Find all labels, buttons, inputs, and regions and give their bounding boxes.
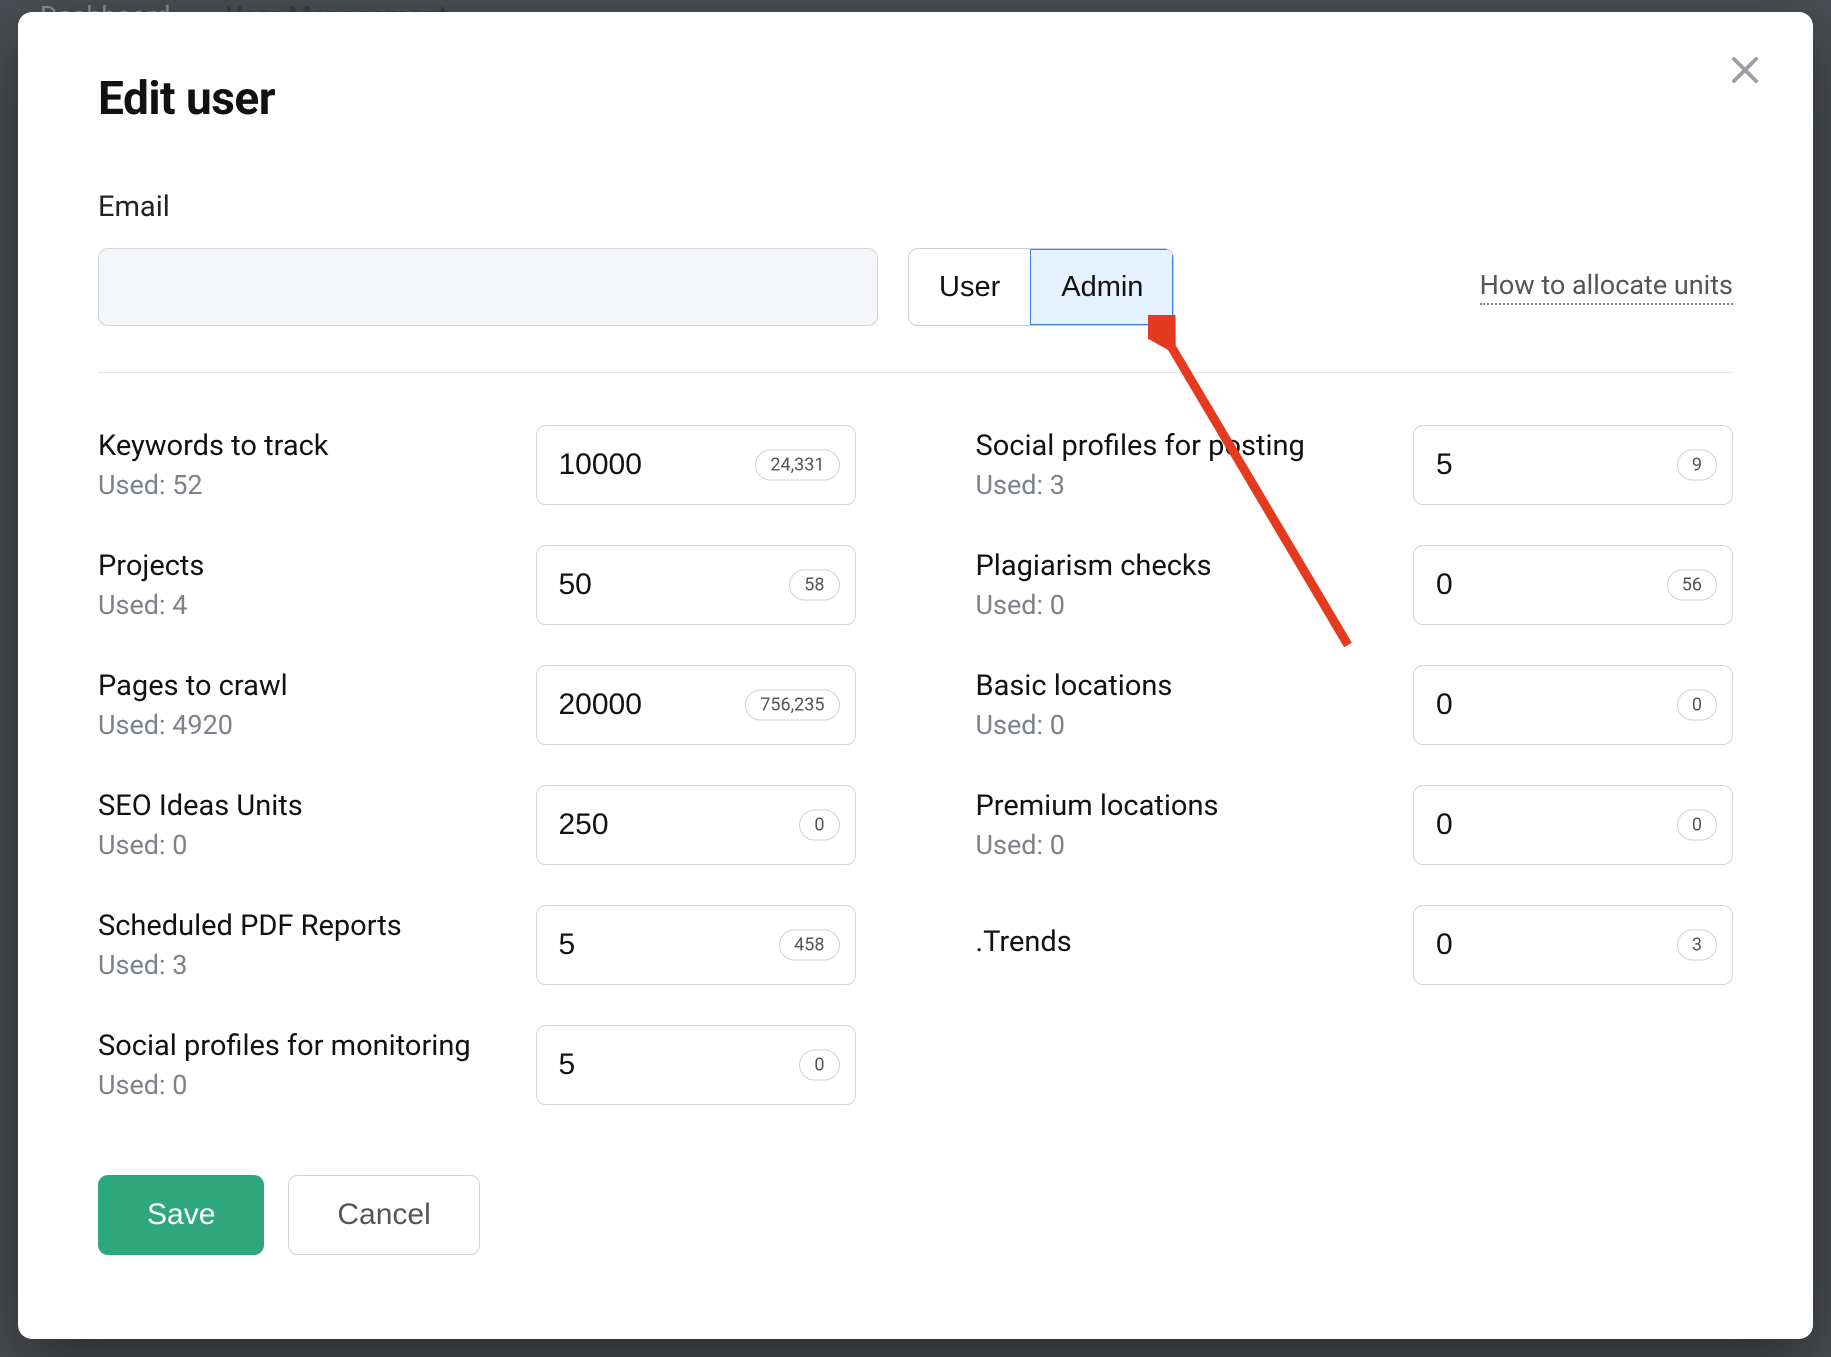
limit-input-wrap: 0	[536, 785, 856, 865]
limit-available-badge: 9	[1677, 450, 1717, 481]
limit-name: SEO Ideas Units	[98, 789, 506, 823]
limit-labels: Pages to crawl Used: 4920	[98, 669, 506, 741]
limit-available-badge: 3	[1677, 930, 1717, 961]
limit-input-wrap: 3	[1413, 905, 1733, 985]
limit-name: Basic locations	[976, 669, 1384, 703]
limits-grid: Keywords to track Used: 52 24,331 Social pr…	[98, 425, 1733, 1105]
limit-row: Premium locations Used: 0 0	[976, 785, 1734, 865]
limit-used: Used: 0	[976, 709, 1384, 741]
limit-used: Used: 3	[976, 469, 1384, 501]
limit-input-wrap: 0	[536, 1025, 856, 1105]
limit-name: Social profiles for posting	[976, 429, 1384, 463]
limit-labels: SEO Ideas Units Used: 0	[98, 789, 506, 861]
limit-row: Social profiles for monitoring Used: 0 0	[98, 1025, 856, 1105]
email-label: Email	[98, 190, 1733, 224]
limit-used: Used: 3	[98, 949, 506, 981]
limit-input-wrap: 0	[1413, 665, 1733, 745]
limit-labels: Social profiles for posting Used: 3	[976, 429, 1384, 501]
limit-name: Social profiles for monitoring	[98, 1029, 506, 1063]
limit-name: Projects	[98, 549, 506, 583]
role-toggle: User Admin	[908, 248, 1174, 326]
limit-name: Keywords to track	[98, 429, 506, 463]
limit-used: Used: 0	[98, 1069, 506, 1101]
limit-available-badge: 756,235	[745, 690, 839, 721]
limit-name: Plagiarism checks	[976, 549, 1384, 583]
limit-used: Used: 0	[976, 589, 1384, 621]
limit-available-badge: 0	[799, 1050, 839, 1081]
limit-row: Plagiarism checks Used: 0 56	[976, 545, 1734, 625]
close-icon	[1726, 51, 1764, 89]
email-field[interactable]	[98, 248, 878, 326]
limit-input-wrap: 58	[536, 545, 856, 625]
limit-available-badge: 0	[799, 810, 839, 841]
limit-labels: Premium locations Used: 0	[976, 789, 1384, 861]
limit-available-badge: 458	[779, 930, 839, 961]
limit-input-wrap: 756,235	[536, 665, 856, 745]
modal-actions: Save Cancel	[98, 1175, 1733, 1255]
limit-labels: Scheduled PDF Reports Used: 3	[98, 909, 506, 981]
limit-available-badge: 56	[1667, 570, 1717, 601]
how-to-allocate-link[interactable]: How to allocate units	[1480, 269, 1733, 305]
close-button[interactable]	[1721, 46, 1769, 94]
limit-available-badge: 24,331	[755, 450, 839, 481]
limit-used: Used: 0	[976, 829, 1384, 861]
limit-name: Scheduled PDF Reports	[98, 909, 506, 943]
limit-row: Keywords to track Used: 52 24,331	[98, 425, 856, 505]
limit-input-wrap: 0	[1413, 785, 1733, 865]
limit-row: Pages to crawl Used: 4920 756,235	[98, 665, 856, 745]
limit-row: Basic locations Used: 0 0	[976, 665, 1734, 745]
limit-labels: Plagiarism checks Used: 0	[976, 549, 1384, 621]
limit-used: Used: 0	[98, 829, 506, 861]
limit-input-wrap: 56	[1413, 545, 1733, 625]
limit-labels: Social profiles for monitoring Used: 0	[98, 1029, 506, 1101]
limit-labels: Projects Used: 4	[98, 549, 506, 621]
limit-row: .Trends 3	[976, 905, 1734, 985]
limit-available-badge: 58	[789, 570, 839, 601]
limit-name: Pages to crawl	[98, 669, 506, 703]
limit-used: Used: 4	[98, 589, 506, 621]
limit-input-wrap: 9	[1413, 425, 1733, 505]
limit-name: Premium locations	[976, 789, 1384, 823]
limit-row: Projects Used: 4 58	[98, 545, 856, 625]
limit-available-badge: 0	[1677, 810, 1717, 841]
divider	[98, 372, 1733, 373]
limit-row: Scheduled PDF Reports Used: 3 458	[98, 905, 856, 985]
limit-used: Used: 52	[98, 469, 506, 501]
role-user-button[interactable]: User	[909, 249, 1030, 325]
limit-used: Used: 4920	[98, 709, 506, 741]
limit-row: SEO Ideas Units Used: 0 0	[98, 785, 856, 865]
limit-input-wrap: 458	[536, 905, 856, 985]
save-button[interactable]: Save	[98, 1175, 264, 1255]
email-and-role-row: User Admin How to allocate units	[98, 248, 1733, 326]
limit-name: .Trends	[976, 925, 1384, 959]
limit-input-wrap: 24,331	[536, 425, 856, 505]
edit-user-modal: Edit user Email User Admin How to alloca…	[18, 12, 1813, 1339]
modal-title: Edit user	[98, 72, 1733, 126]
role-admin-button[interactable]: Admin	[1030, 249, 1173, 325]
limit-available-badge: 0	[1677, 690, 1717, 721]
cancel-button[interactable]: Cancel	[288, 1175, 479, 1255]
limit-labels: .Trends	[976, 925, 1384, 965]
limit-labels: Keywords to track Used: 52	[98, 429, 506, 501]
limit-labels: Basic locations Used: 0	[976, 669, 1384, 741]
limit-row: Social profiles for posting Used: 3 9	[976, 425, 1734, 505]
